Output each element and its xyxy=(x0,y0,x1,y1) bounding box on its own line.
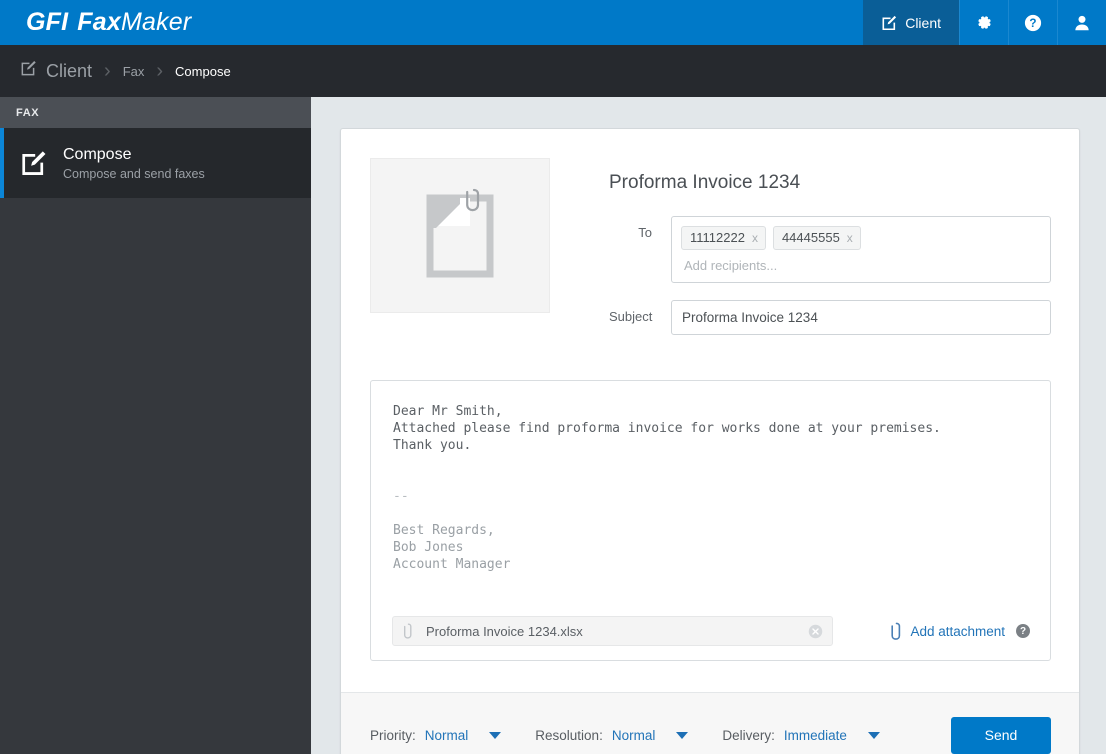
chevron-down-icon xyxy=(867,731,880,739)
compose-footer: Priority: Normal Resolution: Normal Deli… xyxy=(341,692,1079,754)
logo-fax: Fax xyxy=(77,8,121,36)
recipient-chip[interactable]: 11112222 x xyxy=(681,226,766,250)
help-button[interactable]: ? xyxy=(1008,0,1057,45)
resolution-value: Normal xyxy=(611,727,656,743)
attachment-row: Proforma Invoice 1234.xlsx Add attachmen… xyxy=(371,602,1050,660)
recipient-number: 44445555 xyxy=(781,230,840,245)
delivery-dropdown[interactable]: Delivery: Immediate xyxy=(722,728,880,743)
message-body-text: Dear Mr Smith, Attached please find prof… xyxy=(371,381,1050,573)
compose-icon xyxy=(20,150,47,177)
breadcrumb: Client › Fax › Compose xyxy=(0,45,1106,97)
paperclip-icon xyxy=(404,623,413,639)
tab-client-label: Client xyxy=(905,14,941,31)
body-signature-2: Bob Jones xyxy=(393,540,464,555)
main-content: Proforma Invoice 1234 To 11112222 x 4444… xyxy=(311,97,1106,754)
compose-fields: Proforma Invoice 1234 To 11112222 x 4444… xyxy=(550,158,1051,352)
svg-text:?: ? xyxy=(1029,17,1036,30)
breadcrumb-root-label: Client xyxy=(46,60,93,81)
document-with-clip-icon xyxy=(426,188,494,277)
compose-card: Proforma Invoice 1234 To 11112222 x 4444… xyxy=(340,128,1080,754)
sidebar-item-compose[interactable]: Compose Compose and send faxes xyxy=(0,128,311,198)
body-signature-3: Account Manager xyxy=(393,557,511,572)
app-logo: GFI Fax Maker xyxy=(0,0,863,45)
active-accent-bar xyxy=(0,128,4,198)
sidebar-item-title: Compose xyxy=(63,145,132,163)
add-attachment-label: Add attachment xyxy=(910,623,1005,639)
add-recipients-placeholder[interactable]: Add recipients... xyxy=(681,250,1041,275)
settings-button[interactable] xyxy=(959,0,1008,45)
sidebar-item-subtitle: Compose and send faxes xyxy=(63,166,205,181)
top-bar: GFI Fax Maker Client ? xyxy=(0,0,1106,45)
to-control: 11112222 x 44445555 x Add recipients... xyxy=(671,216,1051,283)
subject-row: Subject xyxy=(609,300,1051,335)
to-label: To xyxy=(638,225,652,240)
compose-header-row: Proforma Invoice 1234 To 11112222 x 4444… xyxy=(370,158,1051,352)
sidebar: FAX Compose Compose and send faxes xyxy=(0,97,311,754)
recipient-number: 11112222 xyxy=(690,230,745,245)
tab-client[interactable]: Client xyxy=(863,0,959,45)
recipients-input[interactable]: 11112222 x 44445555 x Add recipients... xyxy=(671,216,1051,283)
priority-dropdown[interactable]: Priority: Normal xyxy=(370,727,502,743)
document-preview[interactable] xyxy=(370,158,550,313)
to-row: To 11112222 x 44445555 x Add recipients.… xyxy=(609,216,1051,283)
priority-value: Normal xyxy=(424,727,469,743)
sidebar-section-header: FAX xyxy=(0,97,311,128)
logo-maker: Maker xyxy=(120,8,192,36)
body-greeting: Dear Mr Smith, xyxy=(393,404,503,419)
resolution-dropdown[interactable]: Resolution: Normal xyxy=(535,727,689,743)
sidebar-item-text: Compose Compose and send faxes xyxy=(63,146,205,181)
breadcrumb-root[interactable]: Client xyxy=(20,60,92,82)
delivery-value: Immediate xyxy=(783,727,847,743)
delivery-label: Delivery: xyxy=(722,727,775,743)
send-button[interactable]: Send xyxy=(951,716,1051,754)
remove-recipient-icon[interactable]: x xyxy=(752,231,758,245)
body-separator: -- xyxy=(393,489,409,504)
recipient-chip[interactable]: 44445555 x xyxy=(772,226,861,250)
page-title: Proforma Invoice 1234 xyxy=(609,172,801,193)
question-icon: ? xyxy=(1024,14,1042,32)
breadcrumb-level2[interactable]: Fax xyxy=(123,64,145,79)
chevron-down-icon xyxy=(676,731,689,739)
subject-label: Subject xyxy=(609,309,653,324)
help-icon[interactable]: ? xyxy=(1016,624,1030,638)
resolution-label: Resolution: xyxy=(535,727,603,743)
body-line2: Attached please find proforma invoice fo… xyxy=(393,421,941,436)
breadcrumb-separator: › xyxy=(104,59,111,82)
gear-icon xyxy=(975,14,993,32)
attachment-filename: Proforma Invoice 1234.xlsx xyxy=(426,623,583,639)
account-button[interactable] xyxy=(1057,0,1106,45)
compose-icon xyxy=(20,60,37,82)
add-attachment-button[interactable]: Add attachment ? xyxy=(891,622,1030,640)
compose-form: Proforma Invoice 1234 To 11112222 x 4444… xyxy=(341,129,1079,692)
paperclip-icon xyxy=(891,622,902,640)
app-window: GFI Fax Maker Client ? Client › Fax › Co… xyxy=(0,0,1106,754)
subject-input[interactable] xyxy=(671,300,1051,335)
attachment-item[interactable]: Proforma Invoice 1234.xlsx xyxy=(392,616,834,646)
compose-icon xyxy=(881,15,897,31)
user-icon xyxy=(1073,14,1091,32)
recipient-chips: 11112222 x 44445555 x xyxy=(681,226,1041,250)
remove-recipient-icon[interactable]: x xyxy=(847,231,853,245)
remove-attachment-icon[interactable] xyxy=(808,624,823,639)
body-line3: Thank you. xyxy=(393,438,472,453)
logo-gfi: GFI xyxy=(26,8,69,36)
body-signature-1: Best Regards, xyxy=(393,523,495,538)
chevron-down-icon xyxy=(489,731,502,739)
message-body-editor[interactable]: Dear Mr Smith, Attached please find prof… xyxy=(370,380,1051,661)
subject-control xyxy=(671,300,1051,335)
breadcrumb-separator-2: › xyxy=(156,59,164,82)
top-nav: Client ? xyxy=(863,0,1106,45)
breadcrumb-current: Compose xyxy=(175,63,231,79)
priority-label: Priority: xyxy=(370,727,416,743)
